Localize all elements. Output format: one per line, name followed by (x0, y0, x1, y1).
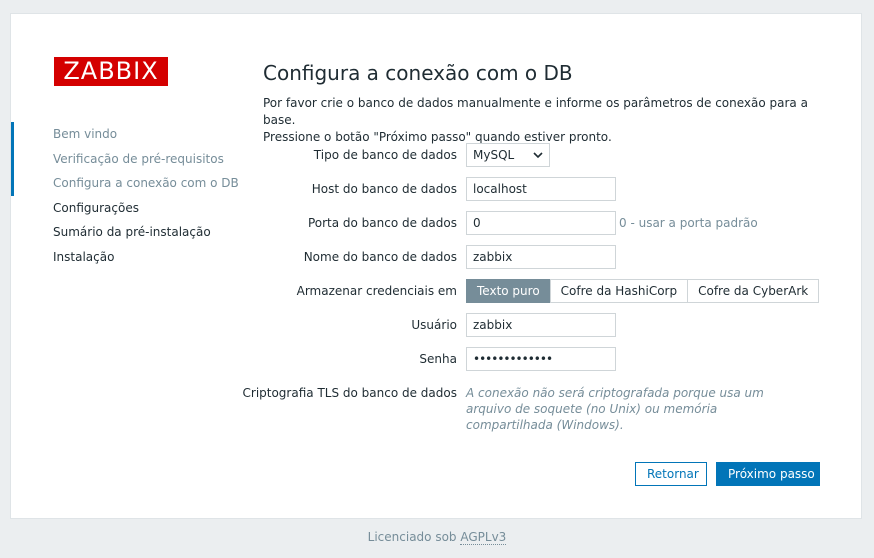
db-host-input[interactable]: localhost (466, 177, 616, 201)
credentials-toggle: Texto puro Cofre da HashiCorp Cofre da C… (466, 279, 820, 303)
db-host-label: Host do banco de dados (311, 182, 457, 196)
db-port-hint: 0 - usar a porta padrão (619, 216, 758, 230)
page-title: Configura a conexão com o DB (263, 61, 573, 85)
tls-label: Criptografia TLS do banco de dados (242, 386, 458, 400)
db-port-input[interactable]: 0 (466, 211, 616, 235)
db-name-input[interactable]: zabbix (466, 245, 616, 269)
db-type-value: MySQL (473, 148, 515, 162)
db-type-label: Tipo de banco de dados (313, 148, 457, 162)
password-input[interactable]: ••••••••••••• (466, 347, 616, 371)
intro-text: Por favor crie o banco de dados manualme… (263, 95, 823, 146)
password-row: Senha ••••••••••••• (11, 347, 863, 371)
db-type-row: Tipo de banco de dados MySQL (11, 143, 863, 167)
footer-license-text: Licenciado sob (367, 530, 457, 544)
user-row: Usuário zabbix (11, 313, 863, 337)
db-port-label: Porta do banco de dados (307, 216, 457, 230)
tls-note: A conexão não será criptografada porque … (466, 386, 764, 432)
user-label: Usuário (411, 318, 457, 332)
credentials-plaintext-option[interactable]: Texto puro (466, 279, 551, 303)
setup-card: ZABBIX Bem vindo Verificação de pré-requ… (10, 13, 862, 519)
zabbix-logo: ZABBIX (54, 57, 168, 86)
db-port-row: Porta do banco de dados 0 0 - usar a por… (11, 211, 863, 235)
db-host-row: Host do banco de dados localhost (11, 177, 863, 201)
db-name-label: Nome do banco de dados (303, 250, 457, 264)
back-button[interactable]: Retornar (635, 462, 707, 486)
credentials-hashicorp-option[interactable]: Cofre da HashiCorp (549, 279, 689, 303)
intro-line-1: Por favor crie o banco de dados manualme… (263, 96, 808, 127)
db-name-row: Nome do banco de dados zabbix (11, 245, 863, 269)
db-type-select[interactable]: MySQL (466, 143, 550, 167)
footer: Licenciado sob AGPLv3 (0, 530, 874, 545)
tls-row: Criptografia TLS do banco de dados A con… (11, 381, 863, 432)
password-label: Senha (419, 352, 457, 366)
credentials-row: Armazenar credenciais em Texto puro Cofr… (11, 279, 863, 303)
next-step-button[interactable]: Próximo passo (716, 462, 820, 486)
credentials-label: Armazenar credenciais em (296, 284, 457, 298)
user-input[interactable]: zabbix (466, 313, 616, 337)
chevron-down-icon (533, 144, 543, 174)
credentials-cyberark-option[interactable]: Cofre da CyberArk (687, 279, 820, 303)
footer-license-link[interactable]: AGPLv3 (460, 530, 507, 545)
